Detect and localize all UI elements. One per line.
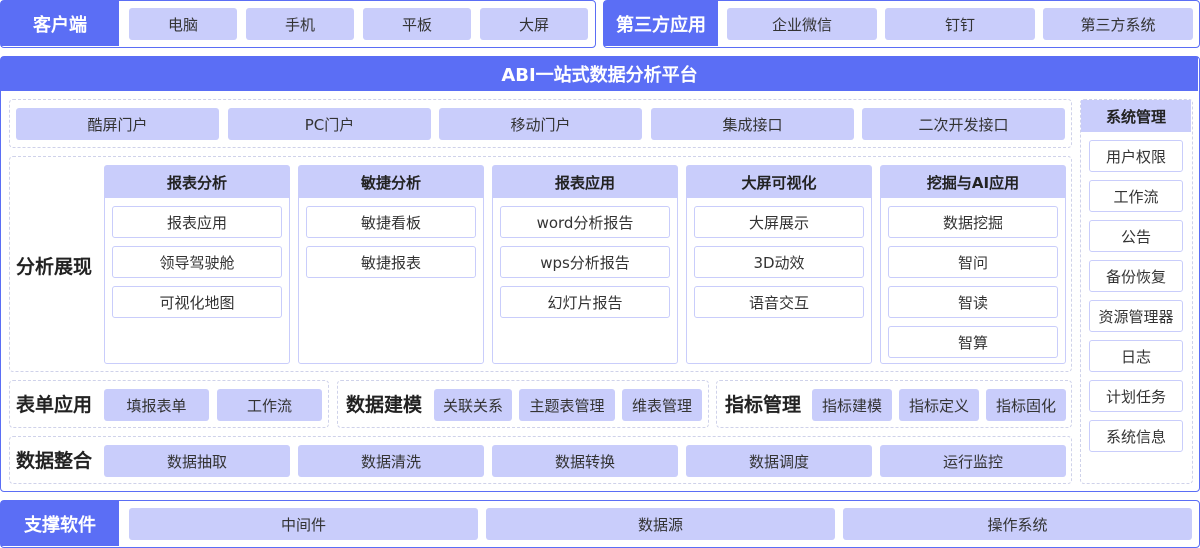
analysis-item: wps分析报告 (500, 246, 670, 278)
integration-group: 数据整合 数据抽取 数据清洗 数据转换 数据调度 运行监控 (9, 436, 1072, 484)
integration-item: 数据抽取 (104, 445, 290, 477)
form-app-item: 工作流 (217, 389, 322, 421)
system-mgmt-item: 系统信息 (1089, 420, 1183, 452)
integration-item: 数据清洗 (298, 445, 484, 477)
integration-item: 运行监控 (880, 445, 1066, 477)
portal-item: PC门户 (228, 108, 431, 140)
data-modeling-item: 维表管理 (622, 389, 702, 421)
support-item: 操作系统 (843, 508, 1192, 540)
metrics-item: 指标固化 (986, 389, 1066, 421)
system-mgmt-item: 日志 (1089, 340, 1183, 372)
third-party-item: 企业微信 (727, 8, 877, 40)
form-app-group: 表单应用 填报表单 工作流 (9, 380, 329, 428)
support-bar: 支撑软件 中间件 数据源 操作系统 (0, 500, 1200, 548)
form-app-label: 表单应用 (16, 394, 93, 416)
metrics-item: 指标定义 (899, 389, 979, 421)
analysis-column: 报表分析 报表应用 领导驾驶舱 可视化地图 (104, 165, 290, 364)
support-label: 支撑软件 (1, 501, 119, 546)
data-modeling-label: 数据建模 (346, 394, 423, 416)
system-mgmt-group: 系统管理 用户权限 工作流 公告 备份恢复 资源管理器 日志 计划任务 系统信息 (1080, 99, 1193, 484)
integration-item: 数据调度 (686, 445, 872, 477)
portal-item: 移动门户 (439, 108, 642, 140)
client-item: 电脑 (129, 8, 237, 40)
analysis-item: 数据挖掘 (888, 206, 1058, 238)
analysis-item: 3D动效 (694, 246, 864, 278)
analysis-item: 智算 (888, 326, 1058, 358)
third-party-bar: 第三方应用 企业微信 钉钉 第三方系统 (603, 0, 1200, 48)
support-item: 数据源 (486, 508, 835, 540)
metrics-label: 指标管理 (725, 394, 802, 416)
system-mgmt-item: 资源管理器 (1089, 300, 1183, 332)
analysis-item: 敏捷报表 (306, 246, 476, 278)
system-mgmt-title: 系统管理 (1081, 100, 1191, 132)
support-item: 中间件 (129, 508, 478, 540)
system-mgmt-item: 计划任务 (1089, 380, 1183, 412)
third-party-label: 第三方应用 (604, 1, 718, 46)
analysis-item: 报表应用 (112, 206, 282, 238)
analysis-item: 语音交互 (694, 286, 864, 318)
data-modeling-item: 主题表管理 (519, 389, 615, 421)
analysis-item: 领导驾驶舱 (112, 246, 282, 278)
data-modeling-item: 关联关系 (434, 389, 512, 421)
analysis-item: 敏捷看板 (306, 206, 476, 238)
analysis-item: 智问 (888, 246, 1058, 278)
metrics-group: 指标管理 指标建模 指标定义 指标固化 (716, 380, 1072, 428)
client-item: 手机 (246, 8, 354, 40)
system-mgmt-item: 备份恢复 (1089, 260, 1183, 292)
analysis-column-title: 大屏可视化 (687, 166, 871, 198)
analysis-column-title: 敏捷分析 (299, 166, 483, 198)
system-mgmt-item: 工作流 (1089, 180, 1183, 212)
third-party-item: 钉钉 (885, 8, 1035, 40)
form-app-item: 填报表单 (104, 389, 209, 421)
system-mgmt-item: 用户权限 (1089, 140, 1183, 172)
data-modeling-group: 数据建模 关联关系 主题表管理 维表管理 (337, 380, 709, 428)
analysis-item: word分析报告 (500, 206, 670, 238)
analysis-column-title: 挖掘与AI应用 (881, 166, 1065, 198)
analysis-column-title: 报表应用 (493, 166, 677, 198)
client-bar: 客户端 电脑 手机 平板 大屏 (0, 0, 596, 48)
metrics-item: 指标建模 (812, 389, 892, 421)
third-party-item: 第三方系统 (1043, 8, 1193, 40)
client-item: 大屏 (480, 8, 588, 40)
analysis-column: 报表应用 word分析报告 wps分析报告 幻灯片报告 (492, 165, 678, 364)
integration-label: 数据整合 (16, 450, 93, 472)
analysis-column: 挖掘与AI应用 数据挖掘 智问 智读 智算 (880, 165, 1066, 364)
analysis-item: 大屏展示 (694, 206, 864, 238)
portal-item: 二次开发接口 (862, 108, 1065, 140)
client-label: 客户端 (1, 1, 119, 46)
analysis-label: 分析展现 (16, 255, 93, 278)
integration-item: 数据转换 (492, 445, 678, 477)
system-mgmt-item: 公告 (1089, 220, 1183, 252)
analysis-column: 敏捷分析 敏捷看板 敏捷报表 (298, 165, 484, 364)
client-item: 平板 (363, 8, 471, 40)
analysis-item: 幻灯片报告 (500, 286, 670, 318)
portal-item: 酷屏门户 (16, 108, 219, 140)
portal-item: 集成接口 (651, 108, 854, 140)
analysis-group: 分析展现 报表分析 报表应用 领导驾驶舱 可视化地图 敏捷分析 敏捷看板 敏捷报… (9, 156, 1072, 372)
analysis-item: 可视化地图 (112, 286, 282, 318)
analysis-item: 智读 (888, 286, 1058, 318)
portals-group: 酷屏门户 PC门户 移动门户 集成接口 二次开发接口 (9, 99, 1072, 148)
analysis-column: 大屏可视化 大屏展示 3D动效 语音交互 (686, 165, 872, 364)
platform-title: ABI一站式数据分析平台 (1, 57, 1198, 91)
analysis-column-title: 报表分析 (105, 166, 289, 198)
